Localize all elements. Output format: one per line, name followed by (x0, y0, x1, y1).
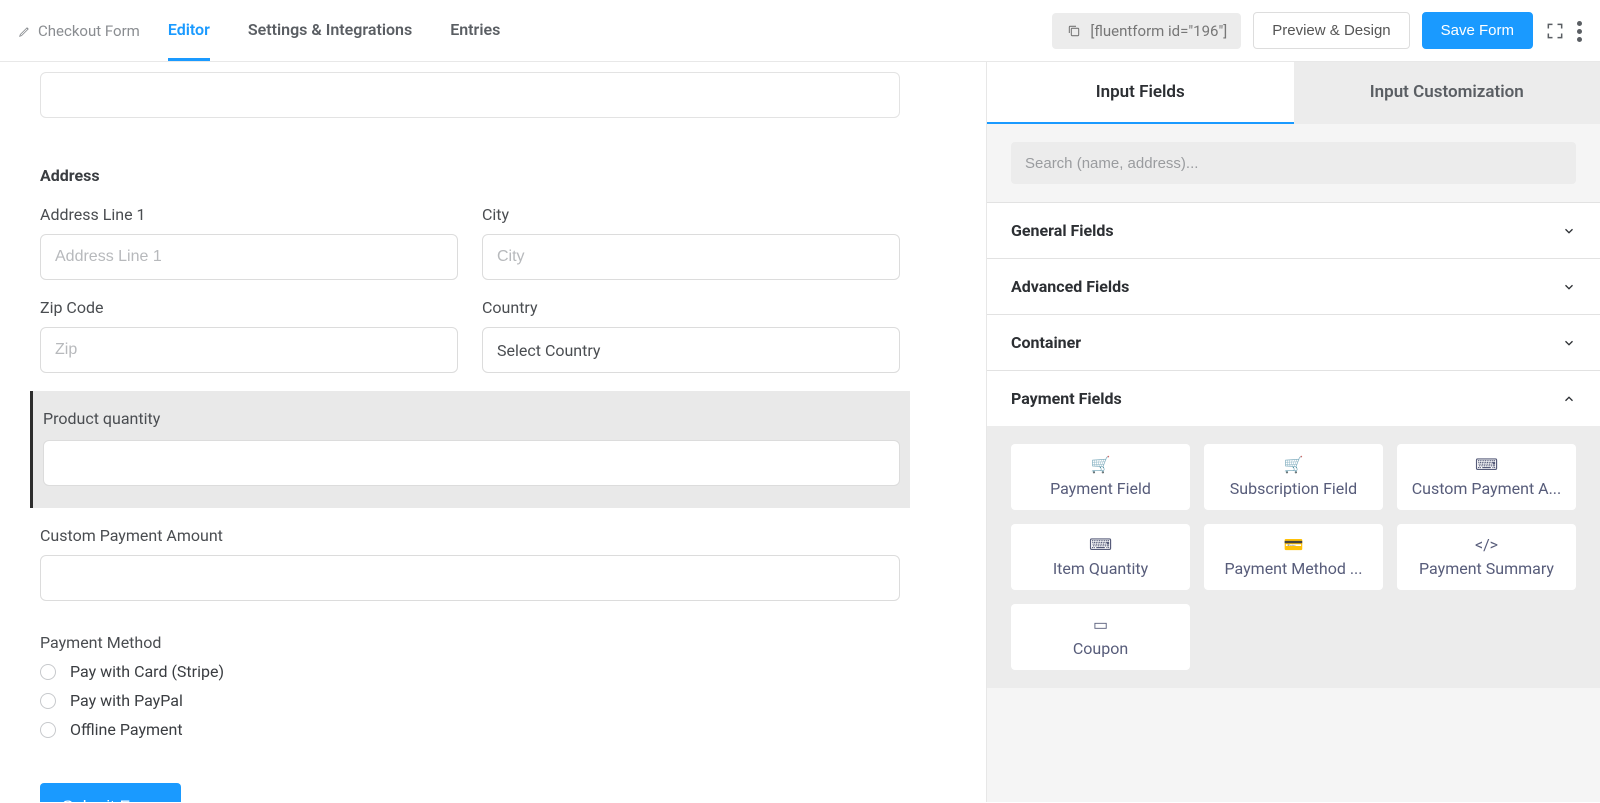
header-tabs: Editor Settings & Integrations Entries (168, 1, 500, 61)
payment-method-label: Payment Method (40, 633, 900, 652)
keyboard-icon: ⌨ (1089, 537, 1112, 553)
country-label: Country (482, 298, 900, 317)
card-payment-field[interactable]: 🛒 Payment Field (1011, 444, 1190, 510)
accordion-payment-title: Payment Fields (1011, 389, 1122, 408)
card-item-quantity-label: Item Quantity (1053, 559, 1148, 578)
zip-label: Zip Code (40, 298, 458, 317)
accordion-advanced-fields[interactable]: Advanced Fields (987, 258, 1600, 314)
form-canvas: Address Address Line 1 City Zip Code Cou… (0, 62, 986, 802)
credit-card-icon: 💳 (1284, 537, 1304, 553)
topbar: Checkout Form Editor Settings & Integrat… (0, 0, 1600, 62)
payment-option-offline-label: Offline Payment (70, 720, 183, 739)
copy-icon (1066, 23, 1082, 39)
payment-option-paypal[interactable]: Pay with PayPal (40, 691, 900, 710)
payment-option-stripe-label: Pay with Card (Stripe) (70, 662, 224, 681)
chevron-down-icon (1562, 336, 1576, 350)
chevron-up-icon (1562, 392, 1576, 406)
topbar-right: [fluentform id="196"] Preview & Design S… (1052, 12, 1582, 49)
accordion-advanced-title: Advanced Fields (1011, 277, 1129, 296)
city-input[interactable] (482, 234, 900, 280)
sidebar-tab-input-fields[interactable]: Input Fields (987, 62, 1294, 124)
country-selected-value: Select Country (497, 341, 601, 360)
tab-entries[interactable]: Entries (450, 1, 500, 61)
payment-option-stripe[interactable]: Pay with Card (Stripe) (40, 662, 900, 681)
form-title: Checkout Form (38, 22, 140, 40)
cart-icon: 🛒 (1284, 457, 1304, 473)
card-payment-summary[interactable]: </> Payment Summary (1397, 524, 1576, 590)
address-line-1-input[interactable] (40, 234, 458, 280)
custom-payment-amount-label: Custom Payment Amount (40, 526, 900, 545)
product-quantity-block[interactable]: Product quantity (30, 391, 910, 508)
shortcode-chip[interactable]: [fluentform id="196"] (1052, 13, 1241, 49)
card-subscription-field[interactable]: 🛒 Subscription Field (1204, 444, 1383, 510)
coupon-icon: ▭ (1093, 617, 1108, 633)
country-select[interactable]: Select Country (482, 327, 900, 373)
city-label: City (482, 205, 900, 224)
card-subscription-field-label: Subscription Field (1230, 479, 1357, 498)
save-form-button[interactable]: Save Form (1422, 12, 1533, 49)
tab-settings[interactable]: Settings & Integrations (248, 1, 412, 61)
chevron-down-icon (1562, 224, 1576, 238)
radio-icon (40, 693, 56, 709)
tab-editor[interactable]: Editor (168, 1, 210, 61)
address-line-1-label: Address Line 1 (40, 205, 458, 224)
card-payment-summary-label: Payment Summary (1419, 559, 1554, 578)
sidebar: Input Fields Input Customization General… (986, 62, 1600, 802)
accordion-container-title: Container (1011, 333, 1081, 352)
product-quantity-label: Product quantity (43, 409, 900, 428)
accordion-general-fields[interactable]: General Fields (987, 202, 1600, 258)
accordion-payment-fields: Payment Fields 🛒 Payment Field 🛒 Subscri… (987, 370, 1600, 688)
address-heading: Address (40, 166, 900, 185)
product-quantity-input[interactable] (43, 440, 900, 486)
payment-option-paypal-label: Pay with PayPal (70, 691, 183, 710)
accordion-general-title: General Fields (1011, 221, 1114, 240)
fullscreen-icon[interactable] (1545, 21, 1565, 41)
card-coupon-label: Coupon (1073, 639, 1128, 658)
radio-icon (40, 722, 56, 738)
card-item-quantity[interactable]: ⌨ Item Quantity (1011, 524, 1190, 590)
field-block-empty-top[interactable] (40, 72, 900, 118)
card-custom-payment-amount[interactable]: ⌨ Custom Payment A... (1397, 444, 1576, 510)
card-payment-method-label: Payment Method ... (1225, 559, 1363, 578)
zip-input[interactable] (40, 327, 458, 373)
more-menu-icon[interactable] (1577, 21, 1582, 41)
keyboard-icon: ⌨ (1475, 457, 1498, 473)
pencil-icon (18, 24, 32, 38)
form-title-wrap[interactable]: Checkout Form (18, 22, 140, 40)
shortcode-text: [fluentform id="196"] (1090, 22, 1227, 40)
accordion-container[interactable]: Container (987, 314, 1600, 370)
code-icon: </> (1475, 537, 1498, 553)
sidebar-tabs: Input Fields Input Customization (987, 62, 1600, 124)
radio-icon (40, 664, 56, 680)
sidebar-tab-input-customization[interactable]: Input Customization (1294, 62, 1600, 124)
accordion-payment-header[interactable]: Payment Fields (987, 371, 1600, 426)
custom-payment-amount-input[interactable] (40, 555, 900, 601)
topbar-left: Checkout Form Editor Settings & Integrat… (18, 1, 500, 61)
card-payment-method[interactable]: 💳 Payment Method ... (1204, 524, 1383, 590)
card-custom-payment-label: Custom Payment A... (1412, 479, 1562, 498)
submit-form-button[interactable]: Submit Form (40, 783, 181, 802)
sidebar-search-input[interactable] (1011, 142, 1576, 184)
main: Address Address Line 1 City Zip Code Cou… (0, 62, 1600, 802)
card-coupon[interactable]: ▭ Coupon (1011, 604, 1190, 670)
card-payment-field-label: Payment Field (1050, 479, 1151, 498)
payment-fields-grid: 🛒 Payment Field 🛒 Subscription Field ⌨ C… (987, 426, 1600, 688)
cart-icon: 🛒 (1091, 457, 1111, 473)
payment-option-offline[interactable]: Offline Payment (40, 720, 900, 739)
chevron-down-icon (1562, 280, 1576, 294)
preview-design-button[interactable]: Preview & Design (1253, 12, 1409, 49)
